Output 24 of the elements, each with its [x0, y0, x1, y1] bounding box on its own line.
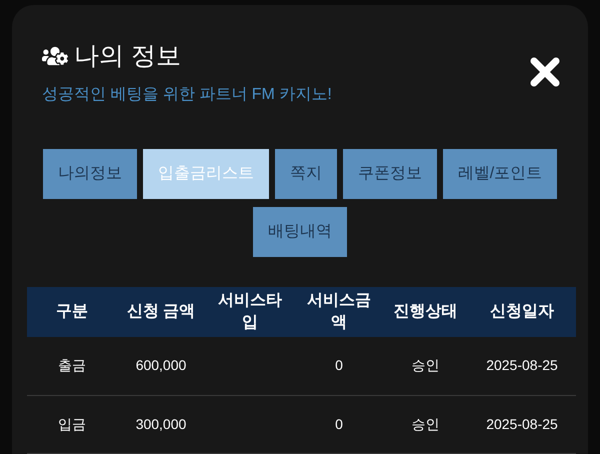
modal-subtitle: 성공적인 베팅을 위한 파트너 FM 카지노! — [42, 85, 332, 105]
column-header: 서비스타입 — [218, 292, 282, 331]
table-cell: 0 — [335, 357, 343, 374]
column-header: 신청일자 — [490, 303, 554, 320]
column-header: 구분 — [56, 303, 88, 320]
tab[interactable]: 쿠폰정보 — [342, 149, 437, 199]
column-header: 진행상태 — [394, 303, 458, 320]
table-cell: 승인 — [412, 357, 440, 374]
table-cell: 승인 — [412, 416, 440, 432]
table-cell: 0 — [335, 416, 343, 432]
table-cell: 2025-08-25 — [486, 416, 558, 432]
table-cell: 입금 — [58, 416, 86, 432]
modal-title: 나의 정보 — [74, 41, 181, 71]
table-cell: 2025-08-25 — [486, 357, 558, 374]
table-cell: 600,000 — [136, 357, 186, 374]
column-header: 신청 금액 — [126, 303, 196, 320]
table-cell: 300,000 — [136, 416, 186, 432]
tab[interactable]: 레벨/포인트 — [442, 149, 558, 199]
column-header: 서비스금액 — [307, 292, 371, 331]
tab[interactable]: 배팅내역 — [253, 207, 347, 257]
close-icon[interactable] — [529, 56, 561, 88]
table-cell: 출금 — [58, 357, 86, 374]
tab[interactable]: 나의정보 — [42, 149, 137, 199]
tab[interactable]: 쪽지 — [274, 149, 337, 199]
